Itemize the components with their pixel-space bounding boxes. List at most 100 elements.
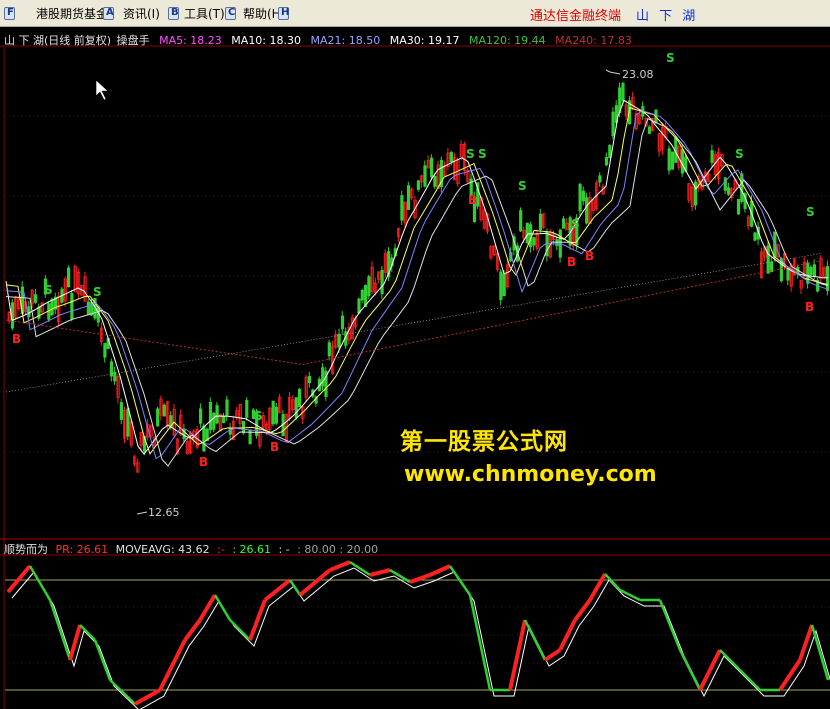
stock-name: 山 下 湖 bbox=[636, 9, 699, 24]
candle-down bbox=[225, 395, 229, 422]
candle-down bbox=[538, 208, 543, 234]
menu-icon-a: A bbox=[103, 7, 114, 20]
kline-chart[interactable]: S SSS SSSSSSBBBBB BB bbox=[0, 27, 830, 709]
sell-signal: S bbox=[44, 283, 53, 297]
buy-signal: B bbox=[585, 249, 594, 263]
sell-signal: S bbox=[254, 409, 263, 423]
menu-bar: F 港股期货基金 A 资讯(I) B 工具(T) C 帮助(H) H 通达信金融… bbox=[0, 0, 830, 27]
candle-down bbox=[327, 339, 331, 361]
pr-rising-segment bbox=[543, 648, 562, 662]
candle-body bbox=[109, 361, 114, 377]
candle-up bbox=[489, 245, 493, 260]
candle-body bbox=[710, 150, 714, 163]
candle-body bbox=[674, 136, 678, 163]
candle-body bbox=[449, 152, 454, 162]
candle-down bbox=[806, 259, 810, 289]
pr-rising-segment bbox=[573, 598, 592, 622]
candle-body bbox=[786, 267, 790, 281]
candle-body bbox=[826, 266, 830, 291]
indicator-value-3: :- bbox=[217, 543, 225, 556]
candle-body bbox=[360, 289, 364, 301]
candle-down bbox=[208, 397, 213, 434]
candle-body bbox=[34, 294, 38, 303]
candle-up bbox=[591, 198, 595, 215]
candle-up bbox=[717, 147, 721, 185]
ma120-line bbox=[5, 252, 823, 393]
candle-up bbox=[132, 454, 137, 467]
candle-up bbox=[542, 213, 546, 229]
candle-body bbox=[578, 183, 582, 212]
candle-down bbox=[766, 240, 770, 274]
pr-rising-segment bbox=[778, 658, 802, 692]
candle-up bbox=[746, 214, 751, 230]
pr-falling-segment bbox=[678, 649, 702, 691]
candle-body bbox=[611, 111, 615, 137]
candle-up bbox=[288, 391, 292, 421]
candle-up bbox=[565, 218, 569, 231]
candle-body bbox=[198, 408, 203, 424]
candle-down bbox=[558, 228, 562, 263]
candle-body bbox=[294, 397, 298, 418]
candle-up bbox=[330, 340, 335, 375]
indicator-legend: 顺势而为 PR: 26.61 MOVEAVG: 43.62 :- : 26.61… bbox=[4, 541, 382, 557]
candle-body bbox=[598, 175, 602, 183]
candle-body bbox=[126, 408, 130, 437]
candle-body bbox=[86, 301, 90, 315]
pr-falling-segment bbox=[109, 679, 136, 705]
candle-body bbox=[297, 388, 302, 408]
menu-item-hk-futures-funds[interactable]: 港股期货基金 bbox=[36, 5, 108, 22]
candle-up bbox=[466, 167, 470, 183]
candle-up bbox=[334, 329, 338, 350]
candle-down bbox=[608, 144, 612, 159]
candle-up bbox=[377, 271, 381, 284]
sell-signal: S bbox=[571, 217, 580, 231]
candle-down bbox=[53, 292, 58, 315]
candle-down bbox=[519, 207, 523, 233]
candle-down bbox=[710, 144, 714, 167]
menu-item-tools[interactable]: 工具(T) bbox=[184, 5, 225, 22]
candle-body bbox=[581, 190, 586, 202]
pr-falling-segment bbox=[604, 573, 621, 591]
candle-body bbox=[753, 232, 757, 241]
candle-down bbox=[694, 179, 698, 210]
pr-falling-segment bbox=[719, 649, 741, 671]
candle-down bbox=[367, 274, 371, 299]
buy-signal: B bbox=[12, 332, 21, 346]
candle-up bbox=[446, 147, 450, 170]
candle-down bbox=[103, 342, 107, 363]
candle-body bbox=[380, 269, 384, 295]
sell-signal: S bbox=[735, 147, 744, 161]
candle-up bbox=[40, 301, 44, 315]
candle-body bbox=[162, 404, 166, 417]
candle-body bbox=[327, 342, 331, 357]
candle-up bbox=[505, 259, 510, 289]
candle-down bbox=[647, 124, 652, 135]
candle-up bbox=[238, 403, 242, 428]
pr-rising-segment bbox=[329, 560, 351, 572]
candle-up bbox=[690, 184, 694, 212]
candle-down bbox=[562, 215, 566, 229]
candle-body bbox=[271, 400, 275, 425]
candle-up bbox=[459, 140, 463, 161]
candle-up bbox=[7, 310, 11, 324]
candle-down bbox=[96, 306, 100, 327]
menu-item-info[interactable]: 资讯(I) bbox=[123, 5, 160, 22]
ma5-line bbox=[5, 107, 829, 455]
candle-up bbox=[396, 227, 401, 242]
candle-down bbox=[532, 237, 536, 251]
candle-body bbox=[156, 408, 160, 427]
candle-body bbox=[27, 306, 31, 317]
candle-up bbox=[73, 264, 77, 293]
candle-body bbox=[667, 148, 671, 171]
pr-falling-segment bbox=[523, 619, 547, 661]
pr-falling-segment bbox=[48, 599, 72, 661]
candle-down bbox=[37, 303, 41, 321]
menu-icon-b: B bbox=[168, 7, 179, 20]
ma21-line bbox=[5, 110, 829, 460]
candle-up bbox=[235, 406, 239, 421]
pr-rising-segment bbox=[183, 618, 202, 642]
buy-signal: B bbox=[567, 255, 576, 269]
candle-down bbox=[429, 154, 434, 180]
sell-signal: S bbox=[806, 205, 815, 219]
candle-body bbox=[812, 264, 817, 277]
